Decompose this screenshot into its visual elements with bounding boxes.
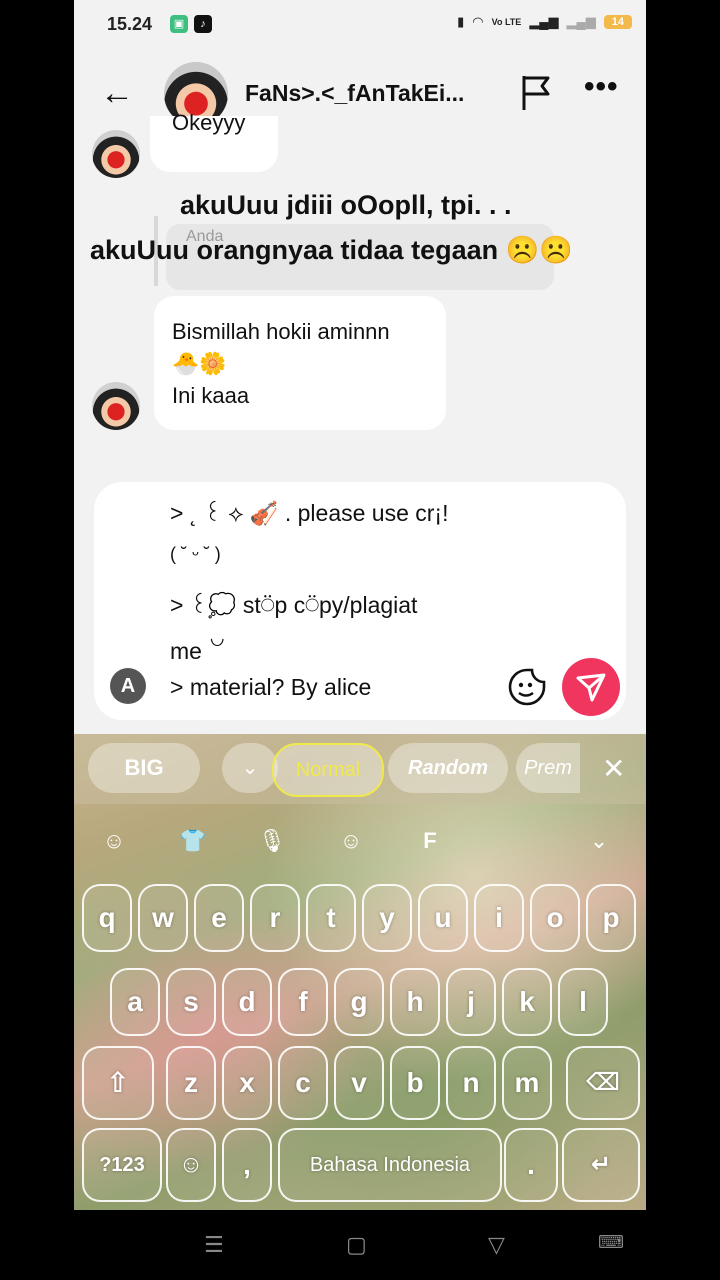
- key-u[interactable]: u: [418, 884, 468, 952]
- message-bubble[interactable]: Okeyyy: [150, 110, 278, 172]
- tiktok-icon: ♪: [194, 15, 212, 33]
- message-emoji: 🐣🌼: [172, 351, 227, 376]
- key-r[interactable]: r: [250, 884, 300, 952]
- chevron-down-icon[interactable]: ⌄: [222, 743, 278, 793]
- input-line: > ꒰💭 st⍥p c⍥py/plagiat: [170, 592, 418, 618]
- font-style-bar: BIG ⌄ Normal Random Prem ✕: [74, 734, 646, 804]
- key-z[interactable]: z: [166, 1046, 216, 1120]
- recent-apps-icon[interactable]: ☰: [204, 1232, 224, 1258]
- home-icon[interactable]: ▢: [346, 1232, 367, 1258]
- space-key[interactable]: Bahasa Indonesia: [278, 1128, 502, 1202]
- key-c[interactable]: c: [278, 1046, 328, 1120]
- vibrate-icon: ▮: [457, 14, 465, 29]
- period-key[interactable]: .: [504, 1128, 558, 1202]
- input-line: me ꒡: [170, 638, 227, 664]
- key-m[interactable]: m: [502, 1046, 552, 1120]
- sticker-face-icon[interactable]: ☺: [336, 826, 366, 856]
- key-w[interactable]: w: [138, 884, 188, 952]
- key-q[interactable]: q: [82, 884, 132, 952]
- emoji-face-icon[interactable]: ☺: [99, 826, 129, 856]
- key-x[interactable]: x: [222, 1046, 272, 1120]
- key-k[interactable]: k: [502, 968, 552, 1036]
- back-icon[interactable]: ▽: [488, 1232, 505, 1258]
- emoji-key-icon[interactable]: ☺: [166, 1128, 216, 1202]
- keyboard: BIG ⌄ Normal Random Prem ✕ ☺ 👕 🎙 ☺ F ⌄ q…: [74, 734, 646, 1210]
- shift-key[interactable]: ⇧: [82, 1046, 154, 1120]
- key-p[interactable]: p: [586, 884, 636, 952]
- message-bubble[interactable]: Bismillah hokii aminnn 🐣🌼 Ini kaaa: [154, 296, 446, 430]
- font-pill-prem[interactable]: Prem: [516, 743, 580, 793]
- avatar: [92, 382, 140, 430]
- enter-icon[interactable]: ↵: [562, 1128, 640, 1202]
- report-flag-icon[interactable]: [520, 74, 554, 112]
- comma-key[interactable]: ,: [222, 1128, 272, 1202]
- key-i[interactable]: i: [474, 884, 524, 952]
- back-arrow-icon[interactable]: ←: [100, 74, 134, 113]
- input-line: > material? By alice: [170, 674, 372, 700]
- send-icon: [576, 673, 606, 702]
- status-time: 15.24: [107, 14, 153, 34]
- wifi-icon: ◠: [472, 14, 484, 29]
- key-l[interactable]: l: [558, 968, 608, 1036]
- signal-icon-2: ▂▄▆: [566, 14, 596, 29]
- sticker-icon[interactable]: [508, 668, 546, 706]
- battery-indicator: 14: [603, 15, 632, 29]
- font-icon[interactable]: F: [415, 826, 445, 856]
- key-a[interactable]: a: [110, 968, 160, 1036]
- key-t[interactable]: t: [306, 884, 356, 952]
- key-s[interactable]: s: [166, 968, 216, 1036]
- key-y[interactable]: y: [362, 884, 412, 952]
- key-v[interactable]: v: [334, 1046, 384, 1120]
- key-d[interactable]: d: [222, 968, 272, 1036]
- key-b[interactable]: b: [390, 1046, 440, 1120]
- backspace-icon[interactable]: ⌫: [566, 1046, 640, 1120]
- send-button[interactable]: [562, 658, 620, 716]
- input-line: > ˛ ꒰ ⟡ 🎻 . please use cr¡!: [170, 500, 449, 526]
- text-overlay-line2: akuUuu orangnyaa tidaa tegaan ☹️☹️: [90, 235, 573, 265]
- font-pill-random[interactable]: Random: [388, 743, 508, 793]
- keyboard-switch-icon[interactable]: ⌨: [598, 1232, 624, 1253]
- key-e[interactable]: e: [194, 884, 244, 952]
- key-j[interactable]: j: [446, 968, 496, 1036]
- close-icon[interactable]: ✕: [602, 752, 625, 785]
- text-overlay-line1: akuUuu jdiii oOopll, tpi. . .: [180, 190, 512, 220]
- message-text: Bismillah hokii aminnn: [172, 319, 390, 344]
- signal-icon: ▂▄▆: [529, 14, 559, 29]
- avatar: [92, 130, 140, 178]
- font-pill-big[interactable]: BIG: [88, 743, 200, 793]
- translate-icon[interactable]: A: [110, 668, 146, 704]
- volte-label: Vo LTE: [491, 17, 522, 27]
- microphone-icon[interactable]: 🎙: [257, 826, 287, 856]
- system-nav-bar: ☰ ▢ ▽ ⌨: [0, 1210, 720, 1280]
- status-bar: 15.24 ▣ ♪ ▮ ◠ Vo LTE ▂▄▆ ▂▄▆ 14: [74, 0, 646, 50]
- key-o[interactable]: o: [530, 884, 580, 952]
- collapse-icon[interactable]: ⌄: [584, 826, 614, 856]
- app-notification-icon: ▣: [170, 15, 188, 33]
- message-input[interactable]: > ˛ ꒰ ⟡ 🎻 . please use cr¡! ( ˘ ᵕ ˘ ) > …: [94, 482, 626, 720]
- key-n[interactable]: n: [446, 1046, 496, 1120]
- keyboard-toolbar: ☺ 👕 🎙 ☺ F ⌄: [74, 806, 646, 874]
- input-line: ( ˘ ᵕ ˘ ): [170, 544, 221, 564]
- numbers-key[interactable]: ?123: [82, 1128, 162, 1202]
- message-text: Ini kaaa: [172, 383, 250, 408]
- chat-title[interactable]: FaNs>.<_fAnTakEi...: [245, 80, 464, 107]
- key-g[interactable]: g: [334, 968, 384, 1036]
- key-f[interactable]: f: [278, 968, 328, 1036]
- status-right: ▮ ◠ Vo LTE ▂▄▆ ▂▄▆ 14: [457, 14, 632, 30]
- message-text: Okeyyy: [172, 110, 246, 135]
- font-pill-normal[interactable]: Normal: [272, 743, 384, 797]
- phone-screen: 15.24 ▣ ♪ ▮ ◠ Vo LTE ▂▄▆ ▂▄▆ 14 ← FaNs>.…: [74, 0, 646, 1210]
- theme-shirt-icon[interactable]: 👕: [178, 826, 208, 856]
- more-options-icon[interactable]: •••: [584, 70, 619, 104]
- key-h[interactable]: h: [390, 968, 440, 1036]
